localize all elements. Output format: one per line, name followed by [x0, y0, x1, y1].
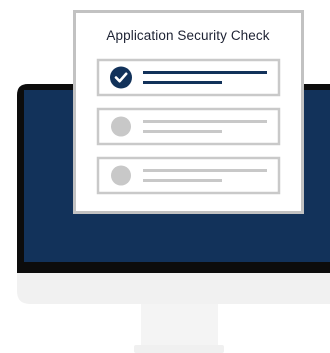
monitor-stand-neck [141, 300, 218, 347]
check-item-line-long [143, 120, 267, 123]
check-item-3 [96, 156, 281, 195]
monitor-illustration [17, 10, 330, 353]
circle-icon [111, 116, 131, 137]
security-check-illustration: Application Security Check [0, 0, 330, 353]
monitor-stand-base [134, 345, 224, 353]
circle-icon [111, 165, 131, 186]
check-item-line-short [143, 81, 222, 84]
check-item-2 [96, 107, 281, 146]
check-item-line-long [143, 169, 267, 172]
check-item-1 [96, 58, 281, 97]
card-title: Application Security Check [106, 28, 270, 43]
check-item-line-short [143, 179, 222, 182]
check-item-line-short [143, 130, 222, 133]
checkmark-icon [110, 66, 132, 89]
check-item-line-long [143, 71, 267, 74]
monitor-chin [17, 270, 330, 304]
